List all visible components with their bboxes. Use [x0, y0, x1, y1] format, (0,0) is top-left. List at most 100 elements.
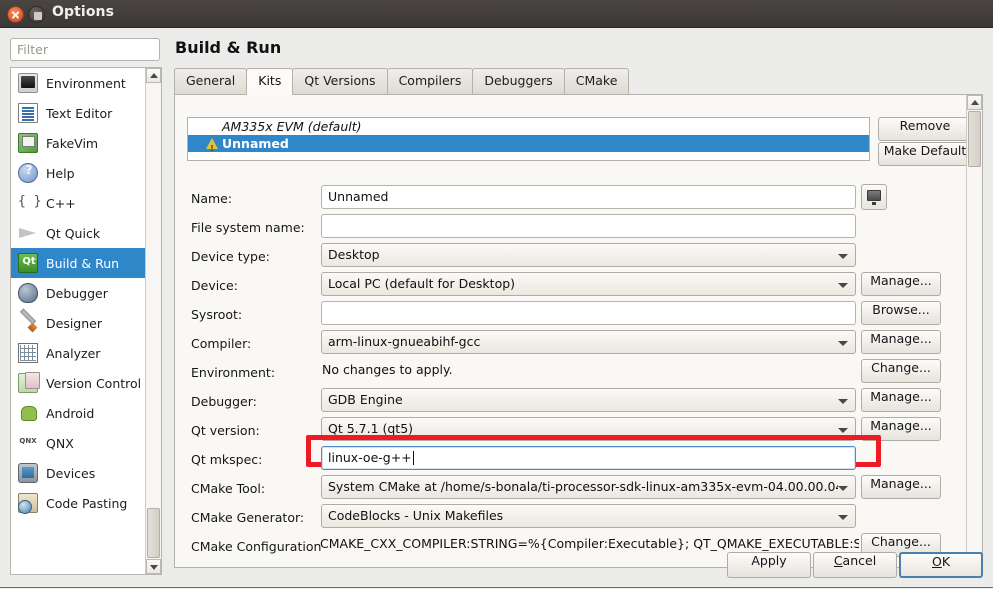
analyzer-icon — [18, 343, 38, 363]
sidebar-item-fakevim[interactable]: FakeVim — [11, 128, 147, 158]
sidebar-item-label: Code Pasting — [46, 495, 128, 511]
close-icon[interactable] — [7, 6, 24, 23]
sidebar-scroll-thumb[interactable] — [147, 508, 160, 558]
sidebar-item-label: Designer — [46, 315, 102, 331]
version-control-icon — [18, 372, 40, 393]
designer-icon — [18, 313, 38, 333]
build-and-run-icon — [18, 253, 39, 273]
window-bottom-border — [0, 587, 993, 588]
sysroot-input[interactable] — [321, 301, 856, 325]
chevron-down-icon — [838, 428, 848, 433]
filter-input[interactable] — [10, 38, 160, 61]
qt-version-combo[interactable]: Qt 5.7.1 (qt5) — [321, 417, 856, 441]
tab-debuggers[interactable]: Debuggers — [472, 68, 565, 94]
kit-list[interactable]: AM335x EVM (default) Unnamed — [187, 117, 870, 161]
cmake-generator-value: CodeBlocks - Unix Makefiles — [328, 508, 504, 523]
qt-quick-icon — [18, 223, 38, 243]
tab-kits[interactable]: Kits — [246, 68, 294, 95]
sidebar-item-debugger[interactable]: Debugger — [11, 278, 147, 308]
apply-button[interactable]: Apply — [727, 552, 811, 578]
sidebar-item-qnx[interactable]: QNX — [11, 428, 147, 458]
sidebar-item-build-and-run[interactable]: Build & Run — [11, 248, 147, 278]
cmake-tool-combo[interactable]: System CMake at /home/s-bonala/ti-proces… — [321, 475, 856, 499]
ok-button[interactable]: OK — [899, 552, 983, 578]
debugger-combo[interactable]: GDB Engine — [321, 388, 856, 412]
device-type-combo[interactable]: Desktop — [321, 243, 856, 267]
device-combo[interactable]: Local PC (default for Desktop) — [321, 272, 856, 296]
environment-icon — [18, 73, 38, 93]
debugger-label: Debugger: — [191, 394, 257, 409]
ok-label-rest: K — [941, 554, 951, 569]
cancel-mnemonic: C — [833, 553, 843, 568]
settings-category-list[interactable]: Environment Text Editor FakeVim Help C++… — [10, 67, 162, 575]
qnx-icon — [18, 433, 38, 453]
sidebar-item-version-control[interactable]: Version Control — [11, 368, 147, 398]
chevron-down-icon — [838, 254, 848, 259]
qt-version-label: Qt version: — [191, 423, 260, 438]
cmake-tool-manage-button[interactable]: Manage... — [861, 475, 941, 499]
fakevim-icon — [18, 133, 38, 153]
tab-compilers[interactable]: Compilers — [386, 68, 474, 94]
sysroot-label: Sysroot: — [191, 307, 243, 322]
sidebar-item-label: QNX — [46, 435, 74, 451]
sidebar-item-designer[interactable]: Designer — [11, 308, 147, 338]
sidebar-item-environment[interactable]: Environment — [11, 68, 147, 98]
tab-general[interactable]: General — [174, 68, 248, 94]
tab-qt-versions[interactable]: Qt Versions — [292, 68, 388, 94]
device-type-label: Device type: — [191, 249, 270, 264]
chevron-down-icon — [838, 515, 848, 520]
sidebar-item-label: Build & Run — [46, 255, 120, 271]
cmake-tool-label: CMake Tool: — [191, 481, 266, 496]
compiler-combo[interactable]: arm-linux-gnueabihf-gcc — [321, 330, 856, 354]
cmake-generator-combo[interactable]: CodeBlocks - Unix Makefiles — [321, 504, 856, 528]
compiler-manage-button[interactable]: Manage... — [861, 330, 941, 354]
kit-list-row-selected[interactable]: Unnamed — [188, 135, 869, 157]
window-title-bar: Options — [0, 0, 993, 28]
compiler-value: arm-linux-gnueabihf-gcc — [328, 334, 481, 349]
make-default-button[interactable]: Make Default — [878, 142, 972, 166]
kit-list-row-default[interactable]: AM335x EVM (default) — [188, 118, 869, 135]
device-manage-button[interactable]: Manage... — [861, 272, 941, 296]
panel-scroll-thumb[interactable] — [968, 111, 981, 167]
sidebar-item-label: Version Control — [46, 375, 142, 391]
warning-icon — [206, 138, 218, 157]
cancel-button[interactable]: Cancel — [813, 552, 897, 578]
debugger-value: GDB Engine — [328, 392, 403, 407]
name-device-button[interactable] — [861, 184, 887, 210]
sidebar-item-analyzer[interactable]: Analyzer — [11, 338, 147, 368]
sidebar-item-android[interactable]: Android — [11, 398, 147, 428]
sidebar-item-label: Environment — [46, 75, 126, 91]
sidebar-item-cpp[interactable]: C++ — [11, 188, 147, 218]
sidebar-item-help[interactable]: Help — [11, 158, 147, 188]
environment-change-button[interactable]: Change... — [861, 359, 941, 383]
cmake-generator-label: CMake Generator: — [191, 510, 305, 525]
name-input[interactable]: Unnamed — [321, 185, 856, 209]
sidebar-items: Environment Text Editor FakeVim Help C++… — [11, 68, 147, 518]
sidebar-item-text-editor[interactable]: Text Editor — [11, 98, 147, 128]
remove-button[interactable]: Remove — [878, 117, 972, 141]
qt-mkspec-input[interactable]: linux-oe-g++ — [321, 446, 856, 470]
qt-version-manage-button[interactable]: Manage... — [861, 417, 941, 441]
panel-scrollbar[interactable] — [966, 95, 982, 567]
sysroot-browse-button[interactable]: Browse... — [861, 301, 941, 325]
sidebar-item-devices[interactable]: Devices — [11, 458, 147, 488]
sidebar-item-label: Android — [46, 405, 95, 421]
ok-mnemonic: O — [931, 554, 942, 569]
sidebar-item-qt-quick[interactable]: Qt Quick — [11, 218, 147, 248]
page-title: Build & Run — [175, 38, 282, 57]
tab-cmake[interactable]: CMake — [563, 68, 630, 94]
sidebar-item-label: C++ — [46, 195, 76, 211]
sidebar-item-label: Qt Quick — [46, 225, 101, 241]
scroll-up-icon[interactable] — [146, 68, 161, 83]
scroll-down-icon[interactable] — [146, 559, 161, 574]
debugger-manage-button[interactable]: Manage... — [861, 388, 941, 412]
devices-icon — [18, 463, 38, 483]
qt-mkspec-value: linux-oe-g++ — [328, 450, 412, 465]
chevron-down-icon — [838, 283, 848, 288]
file-system-name-input[interactable] — [321, 214, 856, 238]
sidebar-item-code-pasting[interactable]: Code Pasting — [11, 488, 147, 518]
scroll-up-icon[interactable] — [967, 95, 982, 110]
maximize-icon[interactable] — [28, 6, 45, 23]
cpp-icon — [18, 193, 38, 213]
sidebar-scrollbar[interactable] — [145, 68, 161, 574]
